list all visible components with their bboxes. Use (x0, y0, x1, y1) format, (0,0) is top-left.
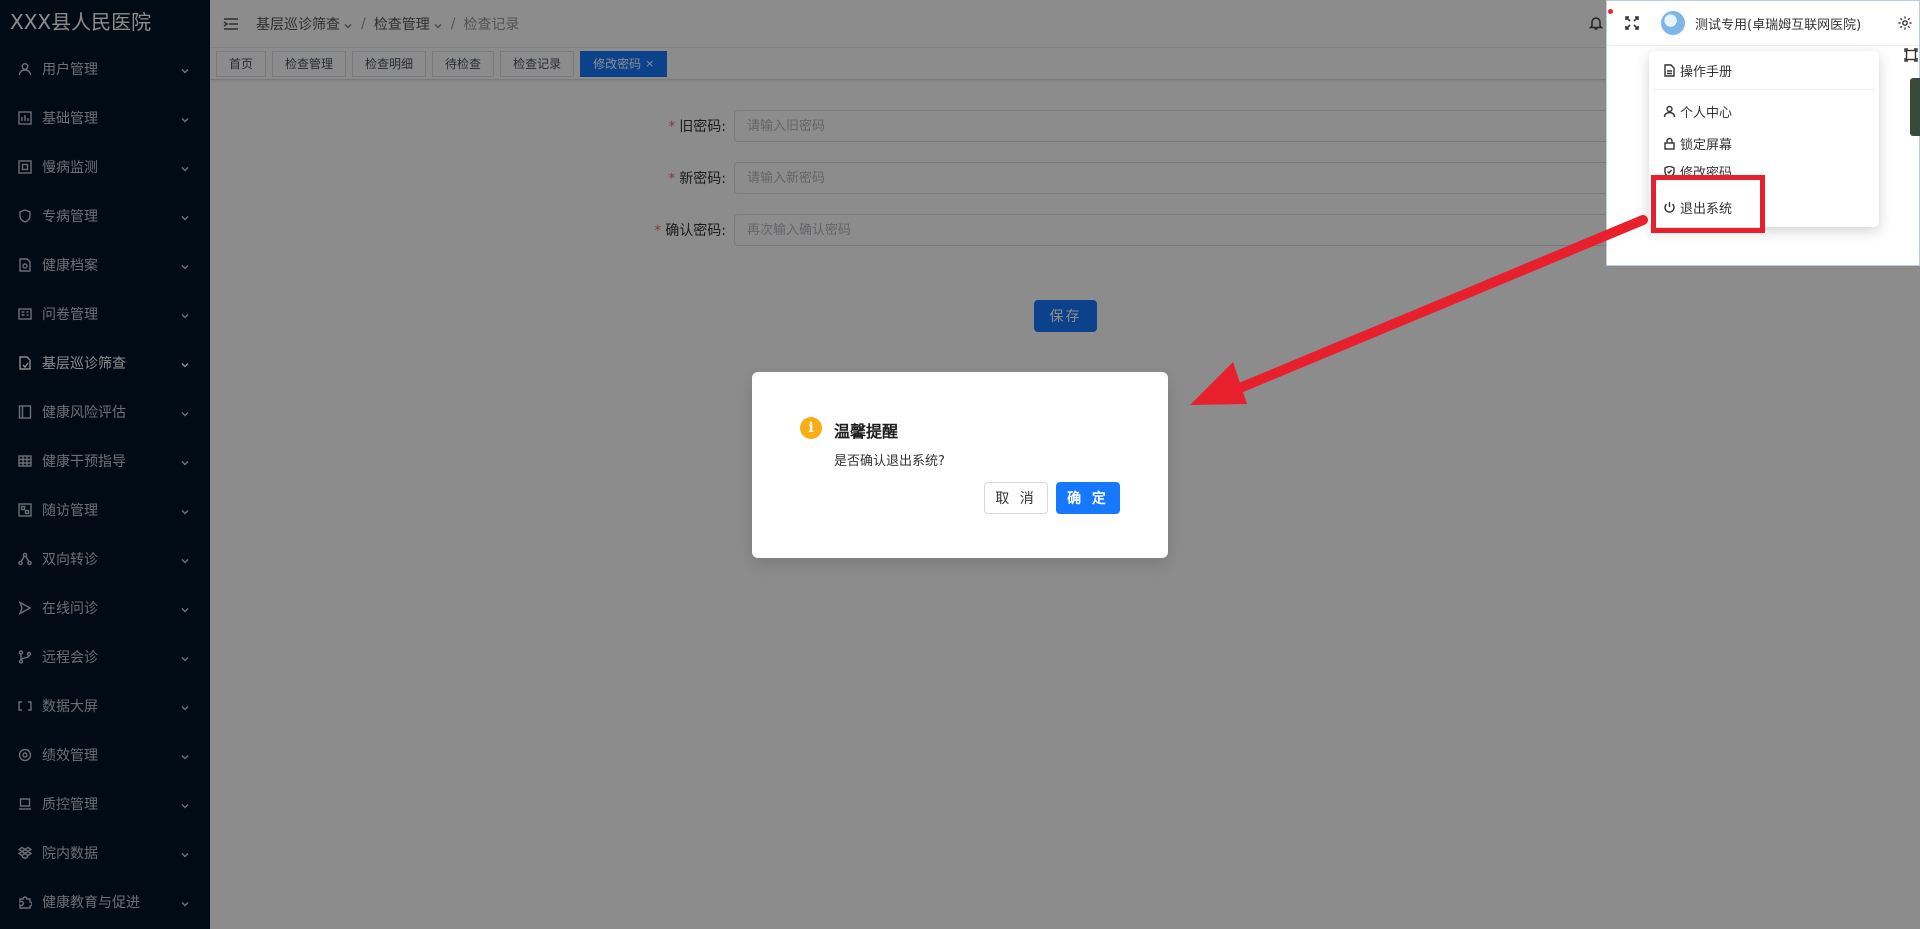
confirm-button[interactable]: 确 定 (1056, 482, 1120, 514)
gear-icon[interactable] (1897, 15, 1913, 31)
cancel-button[interactable]: 取 消 (984, 482, 1048, 514)
annotation-highlight-box (1651, 175, 1765, 233)
screen-shot-icon[interactable] (1904, 48, 1920, 68)
dialog-message: 是否确认退出系统? (834, 454, 945, 469)
dialog-title: 温馨提醒 (834, 422, 899, 441)
menu-item-lock-screen[interactable]: 锁定屏幕 (1663, 134, 1732, 153)
info-icon: i (800, 417, 822, 439)
fullscreen-icon[interactable] (1625, 16, 1639, 30)
side-widget[interactable] (1910, 78, 1920, 136)
menu-divider (1653, 89, 1875, 90)
lock-icon (1663, 137, 1676, 150)
menu-item-profile[interactable]: 个人中心 (1663, 102, 1732, 121)
user-toolbar: 测试专用(卓瑞姆互联网医院) (1607, 1, 1919, 46)
user-icon (1663, 105, 1676, 118)
user-name[interactable]: 测试专用(卓瑞姆互联网医院) (1695, 14, 1861, 33)
avatar[interactable] (1661, 11, 1685, 35)
document-icon (1663, 64, 1676, 77)
menu-item-manual[interactable]: 操作手册 (1663, 61, 1732, 80)
confirm-logout-dialog: i 温馨提醒 是否确认退出系统? 取 消 确 定 (752, 372, 1168, 558)
